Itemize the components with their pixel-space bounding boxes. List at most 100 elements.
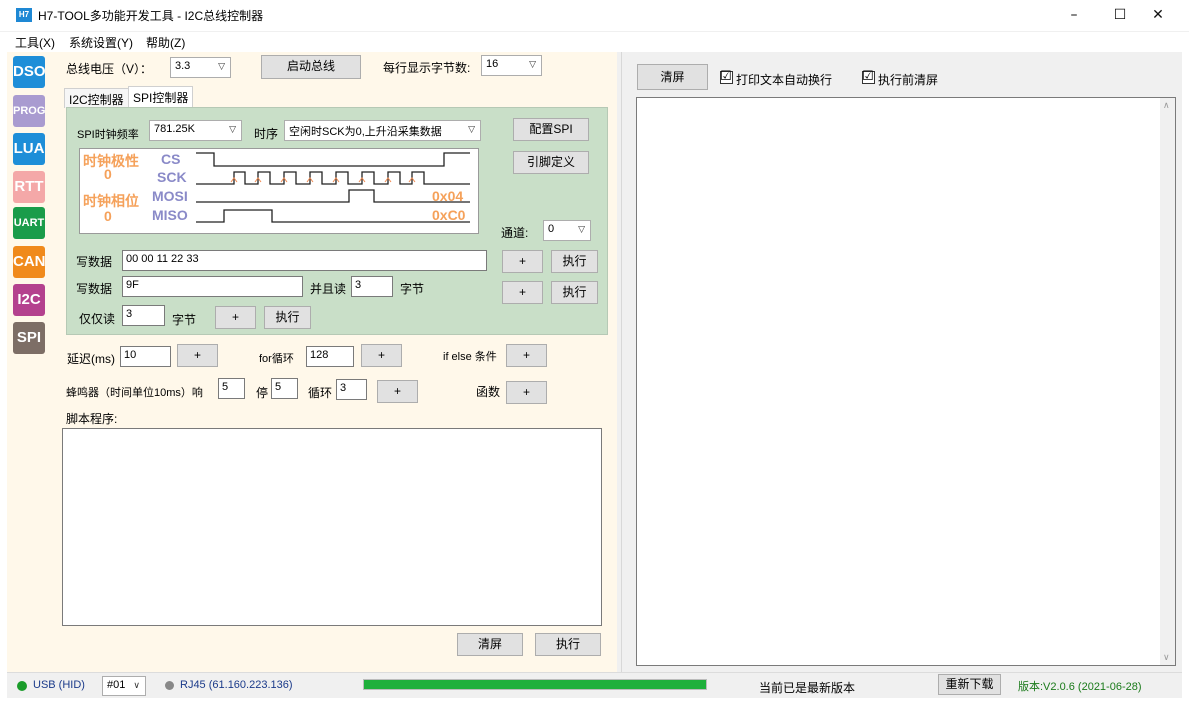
- menu-tools[interactable]: 工具(X): [15, 34, 55, 51]
- script-exec-button[interactable]: 执行: [535, 633, 601, 656]
- clock-polarity-value: 0: [104, 166, 112, 182]
- spi-clock-value: 781.25K: [154, 123, 195, 135]
- read-only-label: 仅仅读: [79, 312, 116, 326]
- pin-define-button[interactable]: 引脚定义: [513, 151, 589, 174]
- sidebar-spi-button[interactable]: SPI: [13, 322, 45, 354]
- if-else-plus-button[interactable]: +: [506, 344, 547, 367]
- write-data-label-1: 写数据: [76, 255, 113, 269]
- buzzer-loop-label: 循环: [308, 386, 333, 400]
- tab-spi-controller[interactable]: SPI控制器: [128, 86, 194, 108]
- update-status-label: 当前已是最新版本: [759, 681, 856, 695]
- function-plus-button[interactable]: +: [506, 381, 547, 404]
- write-data-input-1[interactable]: 00 00 11 22 33: [122, 250, 487, 271]
- read-only-exec-button[interactable]: 执行: [264, 306, 311, 329]
- bus-voltage-combo[interactable]: 3.3 ▽: [170, 57, 231, 78]
- bus-voltage-label: 总线电压（V）：: [66, 62, 153, 76]
- read-only-input[interactable]: 3: [122, 305, 165, 326]
- redownload-button[interactable]: 重新下载: [938, 674, 1001, 695]
- delay-input[interactable]: 10: [120, 346, 171, 367]
- if-else-label: if else 条件: [443, 351, 497, 363]
- usb-status-label: USB (HID): [33, 679, 85, 691]
- start-bus-button[interactable]: 启动总线: [261, 55, 361, 79]
- device-combo[interactable]: #01 ∨: [102, 676, 146, 696]
- script-clear-button[interactable]: 清屏: [457, 633, 523, 656]
- chevron-down-icon: ▽: [468, 124, 475, 134]
- menu-help[interactable]: 帮助(Z): [146, 34, 185, 51]
- scroll-down-icon[interactable]: ∨: [1163, 652, 1170, 663]
- cs-waveform: [196, 152, 470, 167]
- window-title: H7-TOOL多功能开发工具 - I2C总线控制器: [38, 9, 264, 23]
- function-label: 函数: [476, 385, 501, 399]
- waveform-svg: [196, 152, 470, 223]
- channel-combo[interactable]: 0 ▽: [543, 220, 591, 241]
- delay-plus-button[interactable]: +: [177, 344, 218, 367]
- scroll-up-icon[interactable]: ∧: [1163, 100, 1170, 111]
- bytes-per-line-combo[interactable]: 16 ▽: [481, 55, 542, 76]
- output-scrollbar[interactable]: ∧ ∨: [1160, 98, 1175, 665]
- signal-miso-label: MISO: [152, 207, 188, 223]
- auto-wrap-label: 打印文本自动换行: [736, 73, 833, 87]
- read-and-input[interactable]: 3: [351, 276, 393, 297]
- chevron-down-icon: ▽: [529, 59, 536, 69]
- bytes-per-line-value: 16: [486, 58, 499, 70]
- write-data-exec-button-2[interactable]: 执行: [551, 281, 598, 304]
- bytes-per-line-label: 每行显示字节数:: [383, 61, 471, 75]
- signal-sck-label: SCK: [157, 169, 187, 185]
- buzzer-label: 蜂鸣器（时间单位10ms）响: [66, 387, 203, 399]
- app-icon: H7: [16, 8, 32, 22]
- version-label: 版本:V2.0.6 (2021-06-28): [1018, 681, 1142, 693]
- clear-before-exec-label: 执行前清屏: [878, 73, 939, 87]
- miso-waveform: [196, 209, 470, 223]
- mosi-waveform: [196, 189, 470, 203]
- for-loop-input[interactable]: 128: [306, 346, 354, 367]
- write-data-plus-button-1[interactable]: +: [502, 250, 543, 273]
- sck-waveform: [196, 171, 470, 185]
- clock-phase-value: 0: [104, 208, 112, 224]
- signal-mosi-label: MOSI: [152, 188, 188, 204]
- spi-clock-combo[interactable]: 781.25K ▽: [149, 120, 242, 141]
- minimize-button[interactable]: –: [1051, 0, 1097, 30]
- progress-bar: [363, 679, 707, 690]
- channel-value: 0: [548, 223, 555, 235]
- chevron-down-icon: ▽: [578, 224, 585, 234]
- sidebar-rtt-button[interactable]: RTT: [13, 171, 45, 203]
- auto-wrap-check-glyph: ☑: [720, 68, 732, 83]
- sidebar-dso-button[interactable]: DSO: [13, 56, 46, 88]
- channel-label: 通道:: [501, 226, 529, 240]
- tab-i2c-controller[interactable]: I2C控制器: [64, 88, 129, 108]
- for-loop-label: for循环: [259, 353, 294, 365]
- chevron-down-icon: ▽: [218, 61, 225, 71]
- timing-value: 空闲时SCK为0,上升沿采集数据: [289, 126, 442, 138]
- sidebar-i2c-button[interactable]: I2C: [13, 284, 45, 316]
- read-only-plus-button[interactable]: +: [215, 306, 256, 329]
- buzzer-on-input[interactable]: 5: [218, 378, 245, 399]
- device-value: #01: [107, 679, 126, 691]
- close-button[interactable]: ✕: [1135, 0, 1181, 30]
- sidebar-can-button[interactable]: CAN: [13, 246, 46, 278]
- bus-voltage-value: 3.3: [175, 60, 191, 72]
- timing-combo[interactable]: 空闲时SCK为0,上升沿采集数据 ▽: [284, 120, 481, 141]
- sidebar-prog-button[interactable]: PROG: [13, 95, 45, 127]
- for-loop-plus-button[interactable]: +: [361, 344, 402, 367]
- sidebar-lua-button[interactable]: LUA: [13, 133, 45, 165]
- sidebar-uart-button[interactable]: UART: [13, 207, 45, 239]
- buzzer-stop-input[interactable]: 5: [271, 378, 298, 399]
- script-textarea[interactable]: [62, 428, 602, 626]
- clear-before-check-glyph: ☑: [862, 68, 874, 83]
- write-data-plus-button-2[interactable]: +: [502, 281, 543, 304]
- buzzer-plus-button[interactable]: +: [377, 380, 418, 403]
- rj45-status-icon: [165, 681, 174, 690]
- signal-cs-label: CS: [161, 151, 181, 167]
- script-label: 脚本程序:: [66, 412, 118, 426]
- menu-settings[interactable]: 系统设置(Y): [69, 34, 133, 51]
- write-data-input-2[interactable]: 9F: [122, 276, 303, 297]
- buzzer-stop-label: 停: [256, 386, 269, 400]
- read-and-label: 并且读: [310, 282, 347, 296]
- chevron-down-icon: ∨: [133, 680, 140, 690]
- read-and-bytes-label: 字节: [400, 282, 425, 296]
- config-spi-button[interactable]: 配置SPI: [513, 118, 589, 141]
- buzzer-loop-input[interactable]: 3: [336, 379, 367, 400]
- output-textarea[interactable]: [636, 97, 1176, 666]
- output-clear-button[interactable]: 清屏: [637, 64, 708, 90]
- write-data-exec-button-1[interactable]: 执行: [551, 250, 598, 273]
